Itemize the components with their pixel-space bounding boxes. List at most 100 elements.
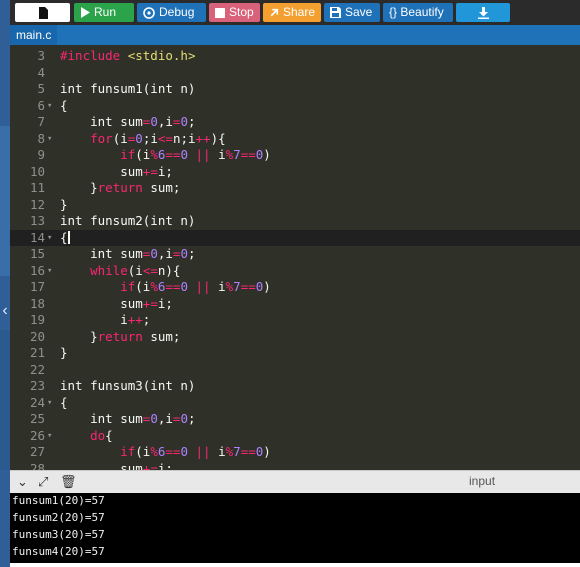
line-number: 25 bbox=[29, 411, 45, 426]
share-button[interactable]: Share bbox=[263, 3, 321, 22]
download-button[interactable] bbox=[456, 3, 510, 22]
debug-icon bbox=[143, 6, 155, 19]
new-file-button[interactable] bbox=[15, 3, 70, 22]
code-token: == bbox=[240, 444, 256, 459]
line-number: 13 bbox=[29, 213, 45, 228]
download-icon bbox=[477, 6, 489, 19]
code-token: { bbox=[60, 394, 68, 410]
code-token: } bbox=[60, 328, 98, 344]
code-line[interactable]: 9 if(i%6==0 || i%7==0) bbox=[10, 147, 580, 164]
code-line[interactable]: 14 ▾ { bbox=[10, 229, 580, 247]
stop-button[interactable]: Stop bbox=[209, 3, 260, 22]
file-tab-main[interactable]: main.c bbox=[10, 25, 58, 45]
code-editor[interactable]: 3 #include <stdio.h> 4 5 int funsum1(int n) 6… bbox=[10, 45, 580, 470]
code-line[interactable]: 18 sum+=i; bbox=[10, 296, 580, 313]
code-token: i bbox=[218, 444, 226, 459]
code-token: do bbox=[90, 427, 106, 443]
code-line[interactable]: 4 bbox=[10, 65, 580, 82]
fold-toggle-icon[interactable]: ▾ bbox=[47, 131, 55, 148]
code-token: ) bbox=[263, 444, 271, 459]
code-token: ; bbox=[187, 114, 196, 129]
code-token: i; bbox=[157, 163, 173, 179]
save-button[interactable]: Save bbox=[324, 3, 380, 22]
fold-toggle-icon[interactable]: ▾ bbox=[47, 395, 55, 412]
code-token: (i bbox=[112, 130, 128, 146]
line-number: 28 bbox=[29, 460, 45, 471]
code-line[interactable]: 24 ▾ { bbox=[10, 395, 580, 412]
code-line[interactable]: 6 ▾ { bbox=[10, 98, 580, 115]
fold-toggle-icon[interactable]: ▾ bbox=[47, 230, 55, 247]
beautify-button[interactable]: {} Beautify bbox=[383, 3, 453, 22]
code-token: { bbox=[105, 427, 113, 443]
code-line[interactable]: 19 i++; bbox=[10, 312, 580, 329]
debug-label: Debug bbox=[159, 5, 195, 19]
code-line[interactable]: 23 int funsum3(int n) bbox=[10, 378, 580, 395]
expand-icon[interactable]: ⤢ bbox=[38, 474, 48, 490]
output-toolbar: ⌄ ⤢ 🗑 input bbox=[10, 470, 580, 493]
code-line[interactable]: 3 #include <stdio.h> bbox=[10, 48, 580, 65]
code-line[interactable]: 21} bbox=[10, 345, 580, 362]
code-token: ) bbox=[263, 279, 271, 294]
code-token: <= bbox=[157, 130, 173, 146]
collapse-left-icon[interactable]: ‹ bbox=[0, 298, 10, 324]
code-line[interactable]: 26 ▾ do{ bbox=[10, 428, 580, 445]
chevron-down-icon[interactable]: ⌄ bbox=[17, 474, 28, 490]
code-token: 7 bbox=[233, 147, 241, 162]
line-number: 7 bbox=[37, 114, 45, 129]
fold-toggle-icon[interactable]: ▾ bbox=[47, 428, 55, 445]
code-line[interactable]: 15 int sum=0,i=0; bbox=[10, 246, 580, 263]
clear-icon[interactable]: 🗑 bbox=[60, 474, 77, 490]
share-icon bbox=[270, 8, 279, 16]
code-text: int sum=0,i=0; bbox=[60, 246, 195, 263]
line-number: 18 bbox=[29, 295, 45, 311]
console-line: funsum2(20)=57 bbox=[12, 511, 105, 524]
code-line[interactable]: 11 }return sum; bbox=[10, 180, 580, 197]
code-token: int sum bbox=[60, 411, 143, 426]
code-token: i bbox=[218, 279, 226, 294]
fold-toggle-icon[interactable]: ▾ bbox=[47, 98, 55, 115]
code-line[interactable]: 8 ▾ for(i=0;i<=n;i++){ bbox=[10, 131, 580, 148]
code-token: if bbox=[120, 147, 136, 162]
input-tab-label[interactable]: input bbox=[469, 474, 495, 488]
code-token: int sum bbox=[60, 246, 143, 261]
code-line[interactable]: 12} bbox=[10, 197, 580, 214]
debug-button[interactable]: Debug bbox=[137, 3, 206, 22]
code-line[interactable]: 27 if(i%6==0 || i%7==0) bbox=[10, 444, 580, 461]
line-number: 4 bbox=[37, 64, 45, 80]
code-line[interactable]: 10 sum+=i; bbox=[10, 164, 580, 181]
line-number: 15 bbox=[29, 246, 45, 261]
code-token: % bbox=[150, 279, 158, 294]
code-token: ) bbox=[263, 147, 271, 162]
code-line[interactable]: 28 sum+=i; bbox=[10, 461, 580, 471]
code-token: sum bbox=[60, 460, 143, 471]
code-token: <stdio.h> bbox=[127, 48, 196, 63]
code-token: 0 bbox=[180, 444, 188, 459]
code-line[interactable]: 16 ▾ while(i<=n){ bbox=[10, 263, 580, 280]
code-token: == bbox=[240, 147, 256, 162]
code-token: == bbox=[165, 279, 181, 294]
code-token: i; bbox=[157, 295, 173, 311]
code-token: % bbox=[150, 147, 158, 162]
code-token: ; bbox=[142, 312, 151, 327]
code-line[interactable]: 5 int funsum1(int n) bbox=[10, 81, 580, 98]
line-number: 16 bbox=[29, 262, 45, 278]
code-line[interactable]: 22 bbox=[10, 362, 580, 379]
fold-toggle-icon[interactable]: ▾ bbox=[47, 263, 55, 280]
code-token: == bbox=[165, 444, 181, 459]
line-number: 20 bbox=[29, 328, 45, 344]
console-line: funsum4(20)=57 bbox=[12, 545, 105, 558]
code-line[interactable]: 20 }return sum; bbox=[10, 329, 580, 346]
code-token: for bbox=[90, 130, 113, 146]
code-line[interactable]: 17 if(i%6==0 || i%7==0) bbox=[10, 279, 580, 296]
code-token: int funsum2(int n) bbox=[60, 213, 196, 228]
code-line[interactable]: 25 int sum=0,i=0; bbox=[10, 411, 580, 428]
run-button[interactable]: Run bbox=[74, 3, 134, 22]
code-token: n;i bbox=[172, 130, 196, 146]
code-line[interactable]: 7 int sum=0,i=0; bbox=[10, 114, 580, 131]
line-number: 11 bbox=[29, 180, 45, 195]
line-number: 12 bbox=[29, 196, 45, 212]
code-line[interactable]: 13 int funsum2(int n) bbox=[10, 213, 580, 230]
